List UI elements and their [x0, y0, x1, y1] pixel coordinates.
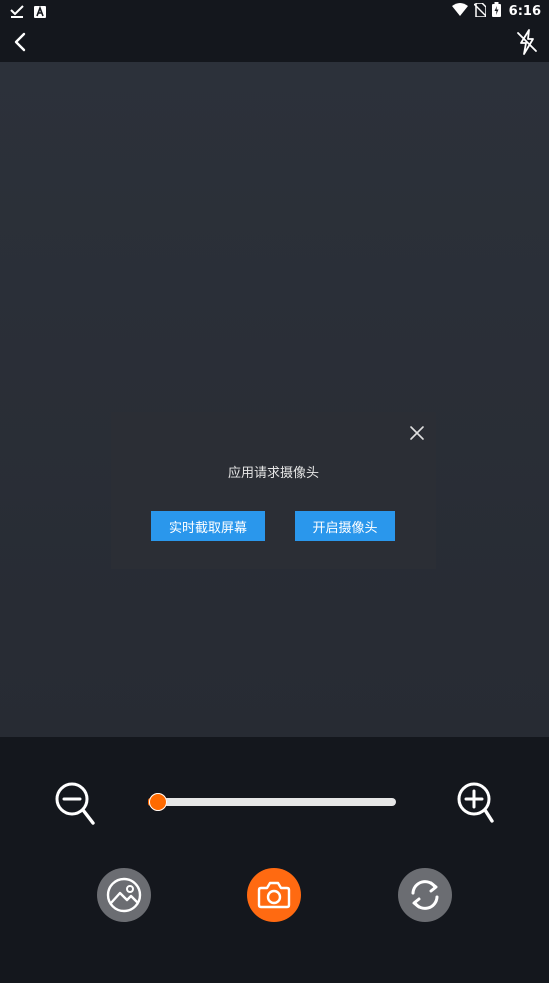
shutter-button[interactable] — [247, 868, 301, 922]
flash-toggle-button[interactable] — [513, 28, 541, 56]
status-bar: 6:16 — [0, 0, 549, 22]
status-left-icons — [10, 3, 46, 22]
bottom-controls — [0, 737, 549, 983]
no-sim-icon — [473, 2, 487, 21]
switch-camera-button[interactable] — [398, 868, 452, 922]
gallery-icon — [106, 877, 142, 913]
dialog-message: 应用请求摄像头 — [227, 466, 319, 481]
chevron-left-icon — [14, 32, 26, 52]
camera-request-dialog: 应用请求摄像头 实时截取屏幕 开启摄像头 — [111, 412, 436, 569]
battery-charging-icon — [491, 2, 501, 21]
camera-screen: 6:16 应用请求摄像头 实时截取屏幕 开启摄像头 — [0, 0, 549, 983]
zoom-in-icon — [457, 782, 494, 823]
zoom-out-button[interactable] — [54, 781, 96, 827]
close-icon — [410, 426, 424, 440]
zoom-in-button[interactable] — [454, 779, 496, 825]
back-button[interactable] — [8, 30, 32, 54]
switch-camera-icon — [411, 880, 439, 910]
gallery-button[interactable] — [97, 868, 151, 922]
open-camera-button[interactable]: 开启摄像头 — [295, 511, 395, 541]
flash-off-icon — [517, 29, 537, 55]
status-time: 6:16 — [508, 4, 541, 19]
status-right-icons: 6:16 — [451, 2, 541, 21]
camera-icon — [257, 881, 291, 909]
zoom-slider-thumb[interactable] — [148, 793, 167, 811]
top-bar — [0, 22, 549, 62]
screen-capture-button[interactable]: 实时截取屏幕 — [151, 511, 265, 541]
zoom-out-icon — [55, 782, 95, 825]
camera-preview — [0, 62, 549, 737]
wifi-icon — [451, 2, 468, 21]
app-notification-icon — [34, 3, 46, 22]
download-done-icon — [10, 3, 24, 22]
dialog-close-button[interactable] — [408, 424, 426, 442]
zoom-slider[interactable] — [148, 793, 396, 811]
